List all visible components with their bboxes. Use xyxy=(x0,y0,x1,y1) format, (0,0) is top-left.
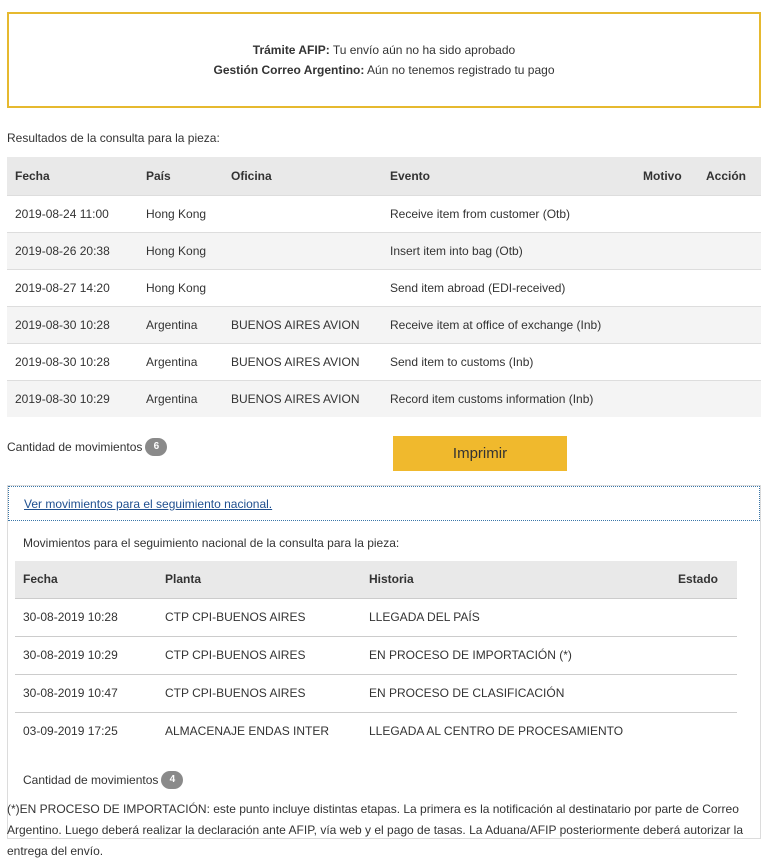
cell-historia: EN PROCESO DE IMPORTACIÓN (*) xyxy=(361,635,670,674)
movements-count: Cantidad de movimientos 6 xyxy=(7,438,168,456)
table-row: 2019-08-30 10:28 Argentina BUENOS AIRES … xyxy=(7,342,761,380)
national-movements-count-label: Cantidad de movimientos xyxy=(23,773,159,787)
table-row: 2019-08-30 10:29 Argentina BUENOS AIRES … xyxy=(7,379,761,417)
cell-pais: Argentina xyxy=(138,379,223,417)
header-estado: Estado xyxy=(670,561,737,598)
afip-status-text: Tu envío aún no ha sido aprobado xyxy=(329,43,516,57)
correo-status-label: Gestión Correo Argentino: xyxy=(213,63,365,77)
cell-fecha: 03-09-2019 17:25 xyxy=(15,711,157,750)
header-fecha: Fecha xyxy=(7,157,138,195)
cell-pais: Argentina xyxy=(138,305,223,343)
afip-status-label: Trámite AFIP: xyxy=(252,43,330,57)
cell-historia: LLEGADA DEL PAÍS xyxy=(361,597,670,636)
cell-motivo xyxy=(635,379,698,417)
table-header-row: Fecha País Oficina Evento Motivo Acción xyxy=(7,157,761,195)
header-fecha: Fecha xyxy=(15,561,157,598)
table-row: 03-09-2019 17:25 ALMACENAJE ENDAS INTER … xyxy=(15,711,737,750)
cell-fecha: 2019-08-30 10:28 xyxy=(7,342,138,380)
cell-fecha: 2019-08-24 11:00 xyxy=(7,194,138,232)
cell-oficina: BUENOS AIRES AVION xyxy=(223,305,382,343)
cell-planta: CTP CPI-BUENOS AIRES xyxy=(157,673,361,712)
cell-fecha: 30-08-2019 10:47 xyxy=(15,673,157,712)
cell-accion xyxy=(698,231,761,269)
cell-oficina: BUENOS AIRES AVION xyxy=(223,379,382,417)
cell-accion xyxy=(698,379,761,417)
header-pais: País xyxy=(138,157,223,195)
header-historia: Historia xyxy=(361,561,670,598)
cell-evento: Send item abroad (EDI-received) xyxy=(382,268,635,306)
cell-evento: Record item customs information (Inb) xyxy=(382,379,635,417)
table-row: 2019-08-27 14:20 Hong Kong Send item abr… xyxy=(7,268,761,306)
results-label: Resultados de la consulta para la pieza: xyxy=(7,131,220,145)
correo-status-line: Gestión Correo Argentino: Aún no tenemos… xyxy=(213,60,554,80)
cell-accion xyxy=(698,305,761,343)
cell-planta: CTP CPI-BUENOS AIRES xyxy=(157,597,361,636)
table-row: 2019-08-24 11:00 Hong Kong Receive item … xyxy=(7,194,761,232)
cell-motivo xyxy=(635,305,698,343)
cell-historia: EN PROCESO DE CLASIFICACIÓN xyxy=(361,673,670,712)
table-row: 30-08-2019 10:47 CTP CPI-BUENOS AIRES EN… xyxy=(15,673,737,712)
cell-historia: LLEGADA AL CENTRO DE PROCESAMIENTO xyxy=(361,711,670,750)
cell-planta: CTP CPI-BUENOS AIRES xyxy=(157,635,361,674)
cell-pais: Hong Kong xyxy=(138,194,223,232)
cell-estado xyxy=(670,673,737,712)
cell-fecha: 2019-08-30 10:28 xyxy=(7,305,138,343)
cell-planta: ALMACENAJE ENDAS INTER xyxy=(157,711,361,750)
national-tracking-link[interactable]: Ver movimientos para el seguimiento naci… xyxy=(24,497,272,511)
status-notice: Trámite AFIP: Tu envío aún no ha sido ap… xyxy=(7,12,761,108)
cell-pais: Argentina xyxy=(138,342,223,380)
national-tracking-label: Movimientos para el seguimiento nacional… xyxy=(23,536,400,550)
cell-fecha: 2019-08-26 20:38 xyxy=(7,231,138,269)
header-oficina: Oficina xyxy=(223,157,382,195)
table-row: 2019-08-26 20:38 Hong Kong Insert item i… xyxy=(7,231,761,269)
cell-motivo xyxy=(635,194,698,232)
cell-accion xyxy=(698,342,761,380)
correo-status-text: Aún no tenemos registrado tu pago xyxy=(364,63,555,77)
afip-status-line: Trámite AFIP: Tu envío aún no ha sido ap… xyxy=(253,40,515,60)
table-row: 30-08-2019 10:29 CTP CPI-BUENOS AIRES EN… xyxy=(15,635,737,674)
cell-estado xyxy=(670,635,737,674)
cell-oficina xyxy=(223,268,382,306)
cell-fecha: 2019-08-30 10:29 xyxy=(7,379,138,417)
table-row: 30-08-2019 10:28 CTP CPI-BUENOS AIRES LL… xyxy=(15,597,737,636)
cell-evento: Receive item at office of exchange (Inb) xyxy=(382,305,635,343)
cell-estado xyxy=(670,597,737,636)
cell-evento: Receive item from customer (Otb) xyxy=(382,194,635,232)
cell-accion xyxy=(698,268,761,306)
tracking-events-table: Fecha País Oficina Evento Motivo Acción … xyxy=(7,157,761,417)
cell-motivo xyxy=(635,268,698,306)
table-row: 2019-08-30 10:28 Argentina BUENOS AIRES … xyxy=(7,305,761,343)
movements-count-badge: 6 xyxy=(145,438,168,456)
header-motivo: Motivo xyxy=(635,157,698,195)
national-movements-count: Cantidad de movimientos 4 xyxy=(23,771,184,789)
movements-count-label: Cantidad de movimientos xyxy=(7,440,143,454)
cell-fecha: 30-08-2019 10:28 xyxy=(15,597,157,636)
national-movements-count-badge: 4 xyxy=(161,771,184,789)
cell-pais: Hong Kong xyxy=(138,268,223,306)
cell-accion xyxy=(698,194,761,232)
import-process-footnote: (*)EN PROCESO DE IMPORTACIÓN: este punto… xyxy=(7,802,744,858)
cell-fecha: 30-08-2019 10:29 xyxy=(15,635,157,674)
cell-oficina xyxy=(223,194,382,232)
national-tracking-header: Ver movimientos para el seguimiento naci… xyxy=(8,486,760,521)
cell-oficina xyxy=(223,231,382,269)
cell-evento: Send item to customs (Inb) xyxy=(382,342,635,380)
cell-estado xyxy=(670,711,737,750)
cell-pais: Hong Kong xyxy=(138,231,223,269)
table-header-row: Fecha Planta Historia Estado xyxy=(15,561,737,598)
header-evento: Evento xyxy=(382,157,635,195)
cell-motivo xyxy=(635,231,698,269)
header-accion: Acción xyxy=(698,157,761,195)
cell-motivo xyxy=(635,342,698,380)
national-movements-table: Fecha Planta Historia Estado 30-08-2019 … xyxy=(15,561,737,750)
print-button[interactable]: Imprimir xyxy=(393,436,567,471)
cell-fecha: 2019-08-27 14:20 xyxy=(7,268,138,306)
cell-evento: Insert item into bag (Otb) xyxy=(382,231,635,269)
header-planta: Planta xyxy=(157,561,361,598)
cell-oficina: BUENOS AIRES AVION xyxy=(223,342,382,380)
